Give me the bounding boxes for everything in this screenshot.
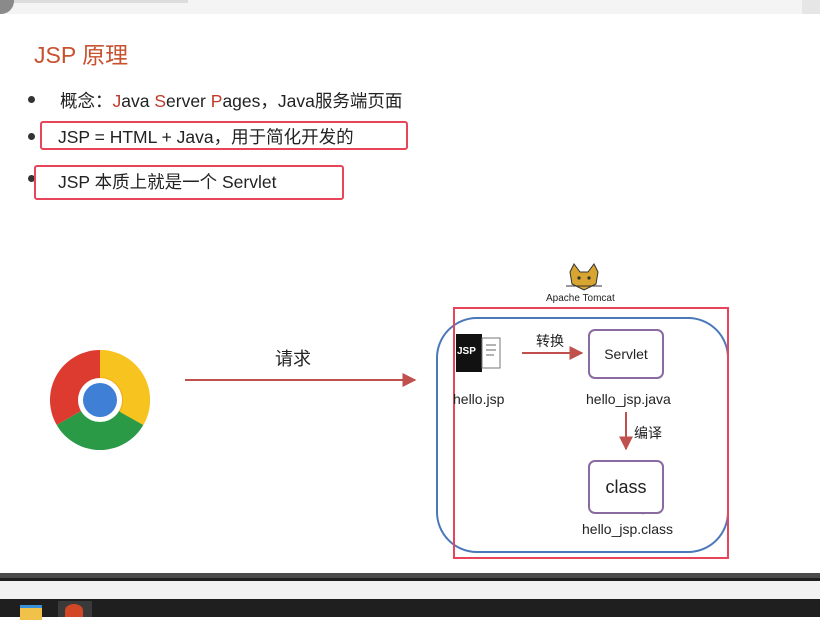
jsp-file-label: hello.jsp xyxy=(453,391,505,407)
taskbar xyxy=(0,573,820,620)
convert-label: 转换 xyxy=(536,333,564,349)
servlet-node-text: Servlet xyxy=(604,346,648,362)
request-label: 请求 xyxy=(275,349,311,369)
powerpoint-icon-badge xyxy=(65,604,83,617)
file-explorer-icon[interactable] xyxy=(20,605,42,620)
tomcat-label: Apache Tomcat xyxy=(546,293,615,304)
chrome-icon xyxy=(50,350,150,450)
tomcat-icon xyxy=(566,263,602,291)
servlet-node: Servlet xyxy=(588,329,664,379)
taskbar-gap xyxy=(0,581,820,599)
class-node: class xyxy=(588,460,664,514)
diagram-canvas xyxy=(50,263,729,559)
class-node-text: class xyxy=(605,476,647,497)
powerpoint-icon[interactable] xyxy=(58,601,92,617)
taskbar-shade xyxy=(0,573,820,578)
class-file-label: hello_jsp.class xyxy=(582,521,674,537)
compile-label: 编译 xyxy=(634,425,662,441)
java-file-label: hello_jsp.java xyxy=(586,391,671,407)
jsp-icon-text: JSP xyxy=(457,346,476,357)
